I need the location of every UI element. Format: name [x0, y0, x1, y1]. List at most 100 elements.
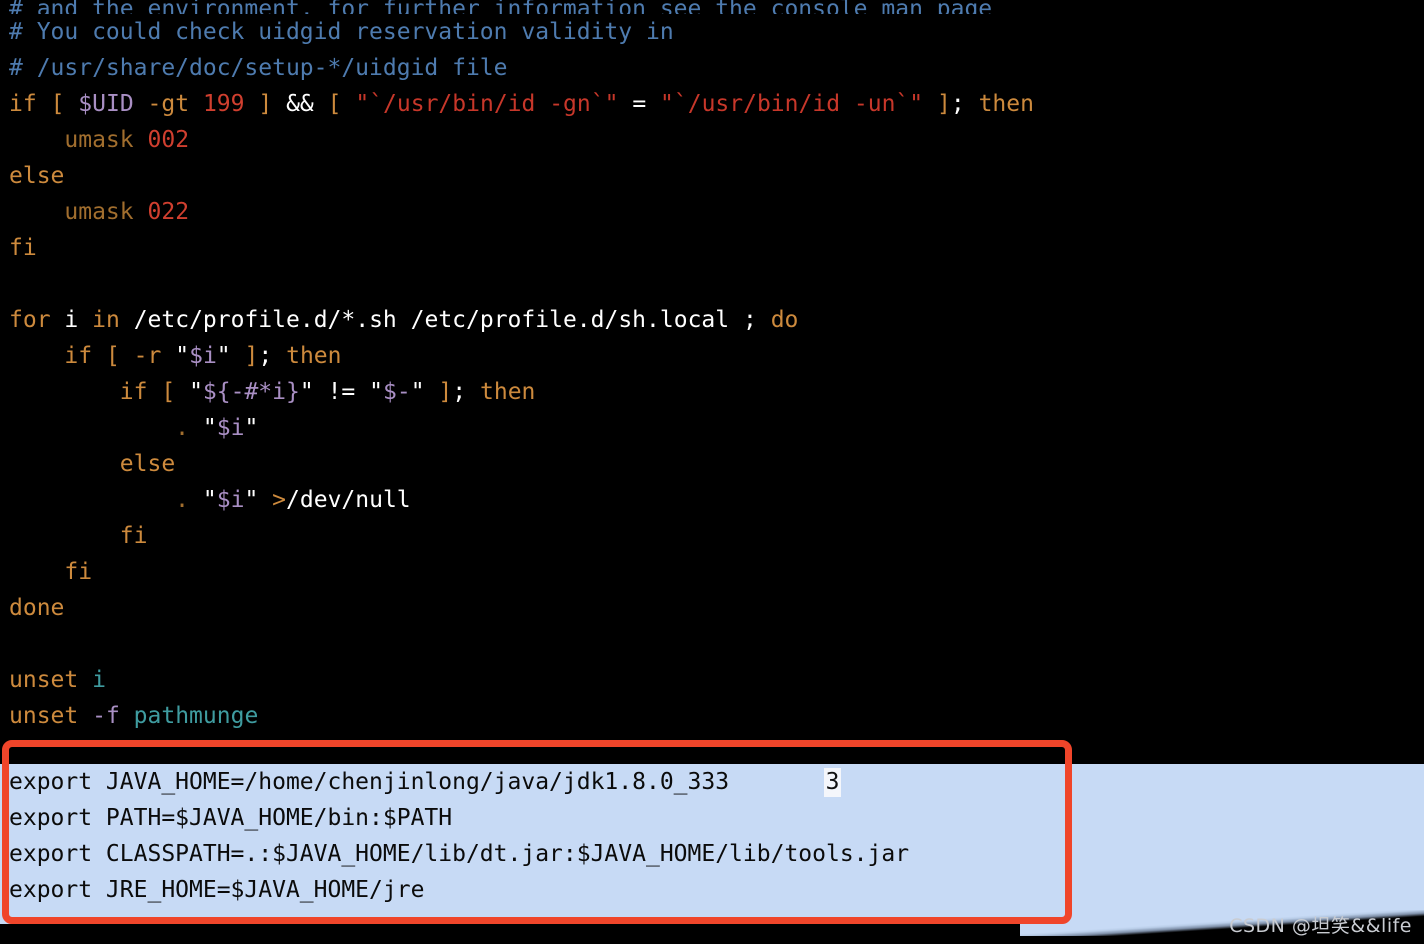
code-token: ;: [258, 343, 273, 369]
code-line: umask 022: [0, 194, 1424, 230]
code-token: ": [244, 487, 259, 513]
code-line: done: [0, 590, 1424, 626]
code-line: if [ -r "$i" ]; then: [0, 338, 1424, 374]
code-token: -f: [92, 703, 120, 729]
code-token: [: [327, 91, 342, 117]
code-token: ]: [244, 343, 259, 369]
code-token: >: [272, 487, 287, 513]
code-line: . "$i" >/dev/null: [0, 482, 1424, 518]
code-token: 199: [202, 91, 245, 117]
code-token: !=: [327, 379, 356, 405]
selected-code-line[interactable]: export JAVA_HOME=/home/chenjinlong/java/…: [0, 764, 1424, 800]
code-token: ]: [438, 379, 453, 405]
code-token: ": [299, 379, 314, 405]
code-token: then: [978, 91, 1034, 117]
code-token: umask: [64, 127, 134, 153]
code-line: fi: [0, 554, 1424, 590]
code-token: then: [286, 343, 342, 369]
code-token: pathmunge: [133, 703, 259, 729]
code-token: [: [50, 91, 65, 117]
code-token: .: [175, 487, 190, 513]
code-token: [: [161, 379, 176, 405]
cursor-character: 3: [825, 769, 840, 795]
code-token: /etc/profile.d/*.sh /etc/profile.d/sh.lo…: [133, 307, 743, 333]
code-token: if: [119, 379, 148, 405]
selected-code-line[interactable]: export JRE_HOME=$JAVA_HOME/jre: [0, 872, 1424, 908]
code-line: if [ $UID -gt 199 ] && [ "`/usr/bin/id -…: [0, 86, 1424, 122]
code-token: ;: [742, 307, 757, 333]
code-token: ": [175, 343, 190, 369]
code-token: &&: [286, 91, 314, 117]
code-token: $-: [383, 379, 411, 405]
code-token: ${-#*i}: [202, 379, 300, 405]
code-line: for i in /etc/profile.d/*.sh /etc/profil…: [0, 302, 1424, 338]
code-token: unset: [9, 667, 79, 693]
code-token: if: [9, 91, 37, 117]
code-line: # You could check uidgid reservation val…: [0, 14, 1424, 50]
code-token: ;: [452, 379, 467, 405]
selected-code-line[interactable]: export PATH=$JAVA_HOME/bin:$PATH: [0, 800, 1424, 836]
code-line: . "$i": [0, 410, 1424, 446]
code-token: fi: [119, 523, 148, 549]
text-cursor: 3: [824, 768, 841, 797]
code-token: ": [202, 415, 217, 441]
code-token: /dev/null: [286, 487, 411, 513]
code-token: ;: [950, 91, 965, 117]
terminal-window[interactable]: # and the environment, for further infor…: [0, 0, 1424, 944]
code-token: -r: [133, 343, 162, 369]
code-token: "`/usr/bin/id -un`": [660, 91, 924, 117]
code-token: # You could check uidgid reservation val…: [9, 19, 674, 45]
code-token: -gt: [147, 91, 190, 117]
code-token: ": [410, 379, 425, 405]
code-lines-container: # You could check uidgid reservation val…: [0, 14, 1424, 734]
code-token: do: [770, 307, 799, 333]
code-line: else: [0, 158, 1424, 194]
code-token: else: [9, 163, 65, 189]
code-line: unset i: [0, 662, 1424, 698]
code-token: $i: [216, 415, 245, 441]
selected-code-lines[interactable]: export JAVA_HOME=/home/chenjinlong/java/…: [0, 764, 1424, 908]
code-line: # /usr/share/doc/setup-*/uidgid file: [0, 50, 1424, 86]
selected-code-line[interactable]: export CLASSPATH=.:$JAVA_HOME/lib/dt.jar…: [0, 836, 1424, 872]
code-token: 022: [147, 199, 190, 225]
code-token: # /usr/share/doc/setup-*/uidgid file: [9, 55, 508, 81]
code-token: ": [244, 415, 259, 441]
code-token: "`/usr/bin/id -gn`": [355, 91, 619, 117]
code-token: ": [216, 343, 231, 369]
code-token: ]: [258, 91, 273, 117]
code-token: ": [189, 379, 203, 405]
csdn-watermark: CSDN @坦笑&&life: [1229, 915, 1412, 937]
code-token: ": [202, 487, 217, 513]
code-token: ]: [937, 91, 951, 117]
code-token: $UID: [78, 91, 134, 117]
